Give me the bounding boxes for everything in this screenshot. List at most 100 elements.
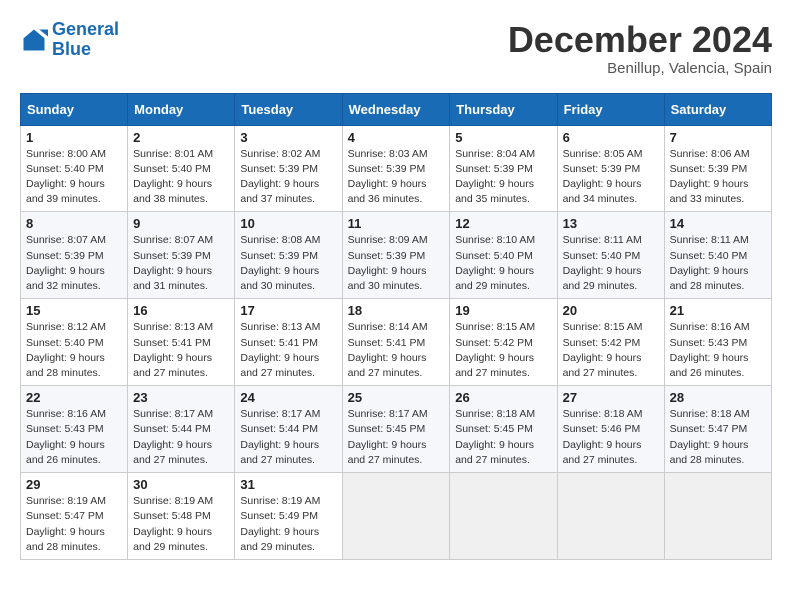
calendar-cell: 20 Sunrise: 8:15 AM Sunset: 5:42 PM Dayl…	[557, 299, 664, 386]
calendar-cell	[664, 473, 771, 560]
calendar-cell: 29 Sunrise: 8:19 AM Sunset: 5:47 PM Dayl…	[21, 473, 128, 560]
weekday-header: Monday	[128, 93, 235, 125]
day-info: Sunrise: 8:16 AM Sunset: 5:43 PM Dayligh…	[26, 407, 122, 468]
day-number: 5	[455, 130, 551, 145]
calendar-table: SundayMondayTuesdayWednesdayThursdayFrid…	[20, 93, 772, 560]
day-number: 14	[670, 216, 766, 231]
weekday-header: Wednesday	[342, 93, 450, 125]
day-info: Sunrise: 8:04 AM Sunset: 5:39 PM Dayligh…	[455, 147, 551, 208]
calendar-cell: 8 Sunrise: 8:07 AM Sunset: 5:39 PM Dayli…	[21, 212, 128, 299]
calendar-cell: 7 Sunrise: 8:06 AM Sunset: 5:39 PM Dayli…	[664, 125, 771, 212]
calendar-cell: 10 Sunrise: 8:08 AM Sunset: 5:39 PM Dayl…	[235, 212, 342, 299]
day-number: 21	[670, 303, 766, 318]
calendar-cell: 2 Sunrise: 8:01 AM Sunset: 5:40 PM Dayli…	[128, 125, 235, 212]
weekday-header: Thursday	[450, 93, 557, 125]
day-info: Sunrise: 8:17 AM Sunset: 5:44 PM Dayligh…	[133, 407, 229, 468]
calendar-cell: 3 Sunrise: 8:02 AM Sunset: 5:39 PM Dayli…	[235, 125, 342, 212]
weekday-header: Friday	[557, 93, 664, 125]
calendar-cell: 30 Sunrise: 8:19 AM Sunset: 5:48 PM Dayl…	[128, 473, 235, 560]
day-number: 8	[26, 216, 122, 231]
calendar-cell: 14 Sunrise: 8:11 AM Sunset: 5:40 PM Dayl…	[664, 212, 771, 299]
day-info: Sunrise: 8:13 AM Sunset: 5:41 PM Dayligh…	[133, 320, 229, 381]
day-info: Sunrise: 8:07 AM Sunset: 5:39 PM Dayligh…	[133, 233, 229, 294]
calendar-cell: 24 Sunrise: 8:17 AM Sunset: 5:44 PM Dayl…	[235, 386, 342, 473]
weekday-header: Sunday	[21, 93, 128, 125]
calendar-cell: 23 Sunrise: 8:17 AM Sunset: 5:44 PM Dayl…	[128, 386, 235, 473]
calendar-cell: 15 Sunrise: 8:12 AM Sunset: 5:40 PM Dayl…	[21, 299, 128, 386]
calendar-cell: 6 Sunrise: 8:05 AM Sunset: 5:39 PM Dayli…	[557, 125, 664, 212]
calendar-cell: 27 Sunrise: 8:18 AM Sunset: 5:46 PM Dayl…	[557, 386, 664, 473]
day-number: 4	[348, 130, 445, 145]
day-info: Sunrise: 8:13 AM Sunset: 5:41 PM Dayligh…	[240, 320, 336, 381]
day-number: 16	[133, 303, 229, 318]
day-info: Sunrise: 8:18 AM Sunset: 5:45 PM Dayligh…	[455, 407, 551, 468]
calendar-week-row: 22 Sunrise: 8:16 AM Sunset: 5:43 PM Dayl…	[21, 386, 772, 473]
calendar-cell: 9 Sunrise: 8:07 AM Sunset: 5:39 PM Dayli…	[128, 212, 235, 299]
day-number: 17	[240, 303, 336, 318]
calendar-week-row: 8 Sunrise: 8:07 AM Sunset: 5:39 PM Dayli…	[21, 212, 772, 299]
day-info: Sunrise: 8:07 AM Sunset: 5:39 PM Dayligh…	[26, 233, 122, 294]
day-number: 12	[455, 216, 551, 231]
day-number: 19	[455, 303, 551, 318]
logo-text: General Blue	[52, 20, 119, 60]
day-number: 18	[348, 303, 445, 318]
day-number: 3	[240, 130, 336, 145]
calendar-cell: 22 Sunrise: 8:16 AM Sunset: 5:43 PM Dayl…	[21, 386, 128, 473]
day-info: Sunrise: 8:11 AM Sunset: 5:40 PM Dayligh…	[670, 233, 766, 294]
title-block: December 2024 Benillup, Valencia, Spain	[508, 20, 772, 77]
day-info: Sunrise: 8:15 AM Sunset: 5:42 PM Dayligh…	[563, 320, 659, 381]
day-info: Sunrise: 8:00 AM Sunset: 5:40 PM Dayligh…	[26, 147, 122, 208]
day-info: Sunrise: 8:16 AM Sunset: 5:43 PM Dayligh…	[670, 320, 766, 381]
day-number: 29	[26, 477, 122, 492]
calendar-cell: 31 Sunrise: 8:19 AM Sunset: 5:49 PM Dayl…	[235, 473, 342, 560]
calendar-cell: 17 Sunrise: 8:13 AM Sunset: 5:41 PM Dayl…	[235, 299, 342, 386]
day-number: 24	[240, 390, 336, 405]
calendar-week-row: 1 Sunrise: 8:00 AM Sunset: 5:40 PM Dayli…	[21, 125, 772, 212]
day-info: Sunrise: 8:19 AM Sunset: 5:47 PM Dayligh…	[26, 494, 122, 555]
calendar-week-row: 15 Sunrise: 8:12 AM Sunset: 5:40 PM Dayl…	[21, 299, 772, 386]
day-number: 15	[26, 303, 122, 318]
day-number: 7	[670, 130, 766, 145]
day-number: 10	[240, 216, 336, 231]
day-info: Sunrise: 8:12 AM Sunset: 5:40 PM Dayligh…	[26, 320, 122, 381]
weekday-header: Tuesday	[235, 93, 342, 125]
calendar-cell: 26 Sunrise: 8:18 AM Sunset: 5:45 PM Dayl…	[450, 386, 557, 473]
day-info: Sunrise: 8:09 AM Sunset: 5:39 PM Dayligh…	[348, 233, 445, 294]
day-info: Sunrise: 8:19 AM Sunset: 5:49 PM Dayligh…	[240, 494, 336, 555]
calendar-cell: 21 Sunrise: 8:16 AM Sunset: 5:43 PM Dayl…	[664, 299, 771, 386]
day-info: Sunrise: 8:18 AM Sunset: 5:47 PM Dayligh…	[670, 407, 766, 468]
day-number: 25	[348, 390, 445, 405]
day-info: Sunrise: 8:17 AM Sunset: 5:44 PM Dayligh…	[240, 407, 336, 468]
day-info: Sunrise: 8:10 AM Sunset: 5:40 PM Dayligh…	[455, 233, 551, 294]
calendar-cell: 12 Sunrise: 8:10 AM Sunset: 5:40 PM Dayl…	[450, 212, 557, 299]
calendar-cell: 1 Sunrise: 8:00 AM Sunset: 5:40 PM Dayli…	[21, 125, 128, 212]
weekday-header: Saturday	[664, 93, 771, 125]
day-info: Sunrise: 8:03 AM Sunset: 5:39 PM Dayligh…	[348, 147, 445, 208]
day-info: Sunrise: 8:05 AM Sunset: 5:39 PM Dayligh…	[563, 147, 659, 208]
logo: General Blue	[20, 20, 119, 60]
day-number: 11	[348, 216, 445, 231]
day-info: Sunrise: 8:11 AM Sunset: 5:40 PM Dayligh…	[563, 233, 659, 294]
day-number: 27	[563, 390, 659, 405]
day-number: 31	[240, 477, 336, 492]
day-info: Sunrise: 8:02 AM Sunset: 5:39 PM Dayligh…	[240, 147, 336, 208]
calendar-cell: 16 Sunrise: 8:13 AM Sunset: 5:41 PM Dayl…	[128, 299, 235, 386]
day-info: Sunrise: 8:08 AM Sunset: 5:39 PM Dayligh…	[240, 233, 336, 294]
day-number: 2	[133, 130, 229, 145]
logo-icon	[20, 26, 48, 54]
calendar-cell: 13 Sunrise: 8:11 AM Sunset: 5:40 PM Dayl…	[557, 212, 664, 299]
calendar-cell: 19 Sunrise: 8:15 AM Sunset: 5:42 PM Dayl…	[450, 299, 557, 386]
day-number: 22	[26, 390, 122, 405]
calendar-week-row: 29 Sunrise: 8:19 AM Sunset: 5:47 PM Dayl…	[21, 473, 772, 560]
calendar-cell: 18 Sunrise: 8:14 AM Sunset: 5:41 PM Dayl…	[342, 299, 450, 386]
page-header: General Blue December 2024 Benillup, Val…	[20, 20, 772, 77]
day-number: 20	[563, 303, 659, 318]
day-number: 13	[563, 216, 659, 231]
day-number: 26	[455, 390, 551, 405]
day-number: 6	[563, 130, 659, 145]
day-number: 1	[26, 130, 122, 145]
day-info: Sunrise: 8:14 AM Sunset: 5:41 PM Dayligh…	[348, 320, 445, 381]
day-info: Sunrise: 8:06 AM Sunset: 5:39 PM Dayligh…	[670, 147, 766, 208]
calendar-cell: 25 Sunrise: 8:17 AM Sunset: 5:45 PM Dayl…	[342, 386, 450, 473]
calendar-header: SundayMondayTuesdayWednesdayThursdayFrid…	[21, 93, 772, 125]
